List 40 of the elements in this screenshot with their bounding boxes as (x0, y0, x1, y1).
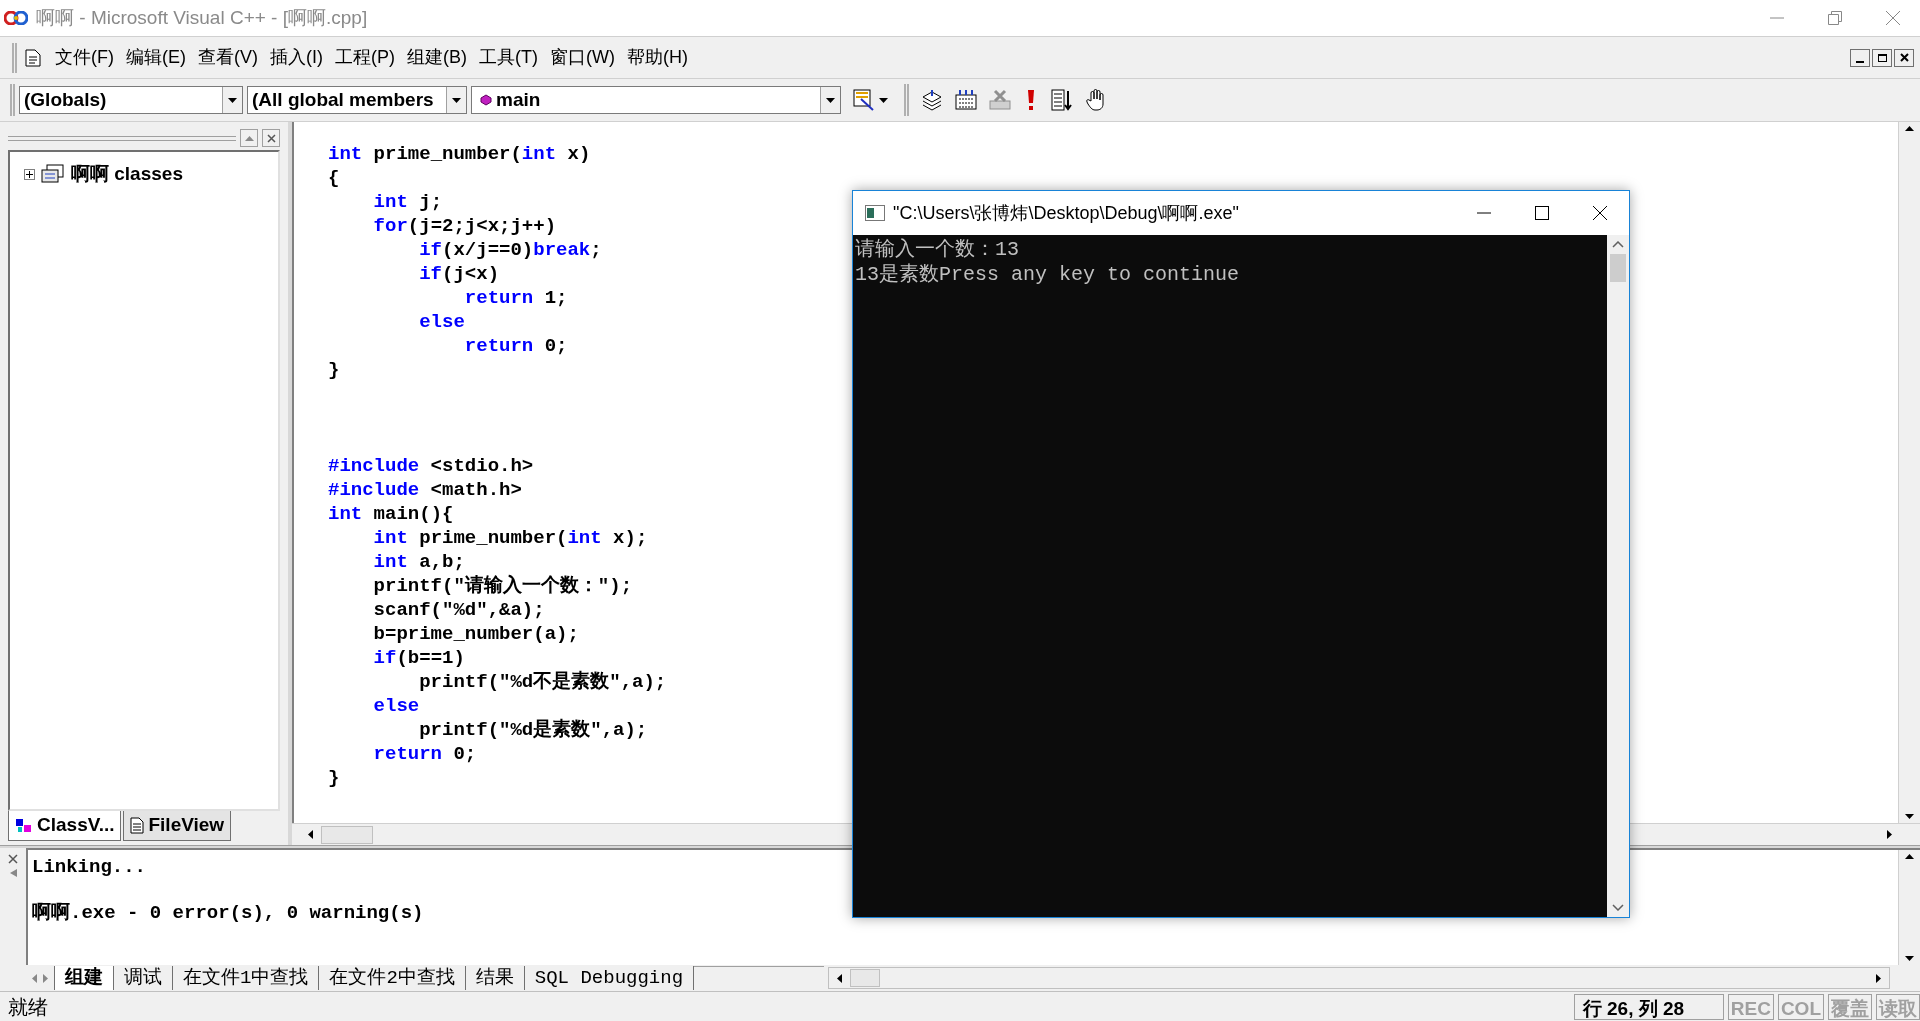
code-line: int prime_number(int x) (328, 142, 591, 166)
code-line: int j; (372, 190, 443, 214)
code-line: #include <stdio.h> (328, 454, 534, 478)
code-line: printf("%d是素数",a); (418, 718, 648, 742)
status-message: 就绪 (7, 994, 49, 1020)
console-title: "C:\Users\张博炜\Desktop\Debug\啊啊.exe" (893, 201, 1239, 225)
window-title: 啊啊 - Microsoft Visual C++ - [啊啊.cpp] (36, 5, 368, 30)
console-line: 13是素数Press any key to continue (855, 262, 1240, 287)
code-line: } (328, 358, 340, 382)
code-line: return 0; (463, 334, 568, 358)
code-line: int main(){ (328, 502, 454, 526)
status-indicator: COL (1777, 993, 1824, 1020)
tree-label: 啊啊 classes (71, 162, 183, 186)
status-indicator: REC (1727, 993, 1774, 1020)
combo-value: main (495, 87, 542, 112)
code-line: int prime_number(int x); (372, 526, 648, 550)
code-line: printf("%d不是素数",a); (418, 670, 667, 694)
code-line: if(x/j==0)break; (418, 238, 602, 262)
code-line: if(j<x) (418, 262, 500, 286)
status-indicator: 读取 (1876, 993, 1920, 1020)
code-line: return 0; (372, 742, 477, 766)
code-line: for(j=2;j<x;j++) (372, 214, 557, 238)
output-line: 啊啊.exe - 0 error(s), 0 warning(s) (32, 902, 424, 924)
code-line: return 1; (463, 286, 568, 310)
code-line: printf("请输入一个数："); (372, 574, 633, 598)
code-line: scanf("%d",&a); (372, 598, 545, 622)
console-line: 请输入一个数：13 (855, 237, 1019, 262)
combo-value: (Globals) (23, 87, 108, 112)
cursor-position: 行 26, 列 28 (1573, 993, 1724, 1020)
output-line: Linking... (32, 856, 147, 878)
code-line: else (372, 694, 420, 718)
combo-value: (All global members (251, 87, 435, 112)
code-line: if(b==1) (372, 646, 465, 670)
code-line: int a,b; (372, 550, 465, 574)
code-line: { (328, 166, 340, 190)
code-line: b=prime_number(a); (372, 622, 579, 646)
code-line: #include <math.h> (328, 478, 522, 502)
status-indicator: 覆盖 (1828, 993, 1872, 1020)
code-line: } (328, 766, 340, 790)
code-line: else (418, 310, 465, 334)
